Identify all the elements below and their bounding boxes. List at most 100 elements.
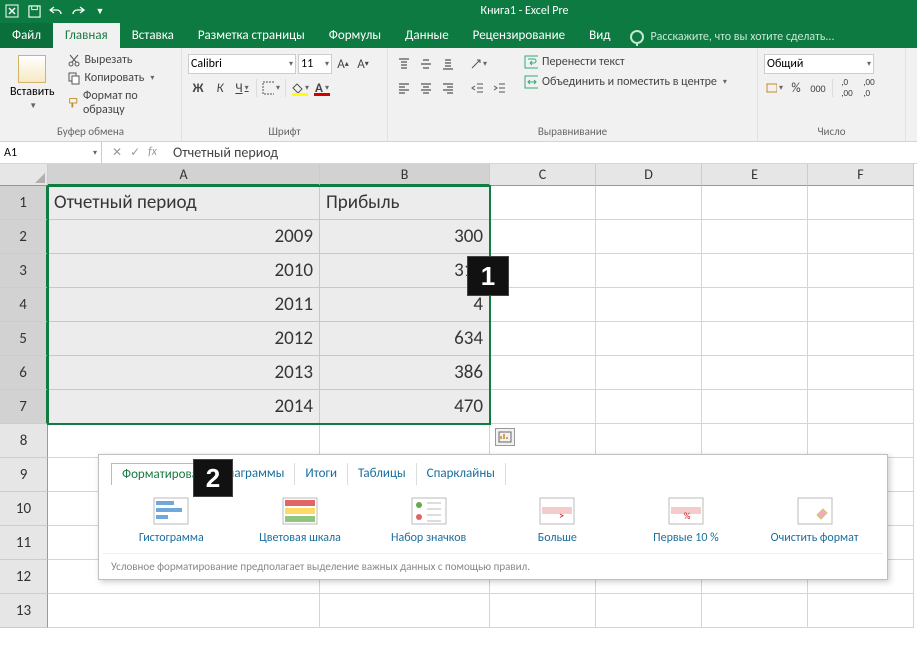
decrease-decimal-icon[interactable]: ,00,0 <box>859 78 879 98</box>
cell[interactable] <box>702 594 808 628</box>
cell[interactable] <box>320 424 490 458</box>
row-header[interactable]: 10 <box>0 492 48 526</box>
font-name-combo[interactable]: Calibri▾ <box>188 54 296 74</box>
cell[interactable] <box>702 254 808 288</box>
column-header[interactable]: A <box>48 164 320 186</box>
increase-indent-icon[interactable] <box>490 78 510 98</box>
cancel-icon[interactable]: ✕ <box>112 145 122 160</box>
excel-icon[interactable] <box>2 1 22 21</box>
cell[interactable] <box>48 424 320 458</box>
cell[interactable]: 315 <box>320 254 490 288</box>
formula-input[interactable]: Отчетный период <box>167 144 917 161</box>
fill-color-button[interactable]: ▾ <box>290 78 310 98</box>
save-icon[interactable] <box>24 1 44 21</box>
cell[interactable] <box>596 424 702 458</box>
qa-tab-sparklines[interactable]: Спарклайны <box>417 463 506 485</box>
tab-review[interactable]: Рецензирование <box>461 23 577 48</box>
borders-button[interactable]: ▾ <box>261 78 281 98</box>
row-header[interactable]: 11 <box>0 526 48 560</box>
cell[interactable]: 386 <box>320 356 490 390</box>
fx-icon[interactable]: fx <box>148 145 157 160</box>
cell[interactable]: 300 <box>320 220 490 254</box>
cell[interactable] <box>490 356 596 390</box>
row-header[interactable]: 3 <box>0 254 48 288</box>
paste-button[interactable]: Вставить ▼ <box>6 50 59 116</box>
cell[interactable] <box>808 288 914 322</box>
cell[interactable] <box>596 356 702 390</box>
cell[interactable] <box>596 186 702 220</box>
cut-button[interactable]: Вырезать <box>63 52 175 68</box>
qa-item-greater[interactable]: >Больше <box>497 497 617 545</box>
align-top-icon[interactable] <box>394 54 414 74</box>
row-header[interactable]: 13 <box>0 594 48 628</box>
cell[interactable] <box>702 424 808 458</box>
redo-icon[interactable] <box>68 1 88 21</box>
cell[interactable] <box>490 594 596 628</box>
cell[interactable] <box>702 390 808 424</box>
italic-button[interactable]: К <box>210 78 230 98</box>
row-header[interactable]: 4 <box>0 288 48 322</box>
cell[interactable] <box>596 288 702 322</box>
align-bottom-icon[interactable] <box>438 54 458 74</box>
tell-me[interactable]: Расскажите, что вы хотите сделать... <box>630 30 834 48</box>
cell[interactable]: 470 <box>320 390 490 424</box>
row-header[interactable]: 2 <box>0 220 48 254</box>
tab-formulas[interactable]: Формулы <box>317 23 393 48</box>
tab-data[interactable]: Данные <box>393 23 461 48</box>
cell[interactable]: 2009 <box>48 220 320 254</box>
cell[interactable]: 2010 <box>48 254 320 288</box>
cell[interactable]: 2013 <box>48 356 320 390</box>
font-color-button[interactable]: A▾ <box>312 78 332 98</box>
qa-item-top10[interactable]: %Первые 10 % <box>626 497 746 545</box>
undo-icon[interactable] <box>46 1 66 21</box>
cell[interactable]: 2014 <box>48 390 320 424</box>
cell[interactable]: Прибыль <box>320 186 490 220</box>
cell[interactable] <box>808 594 914 628</box>
cell[interactable] <box>702 322 808 356</box>
percent-format-icon[interactable]: % <box>786 78 806 98</box>
cell[interactable] <box>702 186 808 220</box>
merge-center-button[interactable]: Объединить и поместить в центре▾ <box>520 74 731 90</box>
align-center-icon[interactable] <box>416 78 436 98</box>
cell[interactable] <box>490 186 596 220</box>
cell[interactable] <box>48 594 320 628</box>
align-right-icon[interactable] <box>438 78 458 98</box>
decrease-font-icon[interactable]: A▾ <box>354 54 372 74</box>
row-header[interactable]: 9 <box>0 458 48 492</box>
tab-view[interactable]: Вид <box>577 23 622 48</box>
column-header[interactable]: E <box>702 164 808 186</box>
format-painter-button[interactable]: Формат по образцу <box>63 88 175 118</box>
cell[interactable] <box>596 322 702 356</box>
cell[interactable] <box>320 594 490 628</box>
cell[interactable] <box>808 356 914 390</box>
row-header[interactable]: 12 <box>0 560 48 594</box>
cell[interactable] <box>596 254 702 288</box>
cell[interactable] <box>702 220 808 254</box>
name-box[interactable]: A1▾ <box>0 142 102 163</box>
qa-item-colorscale[interactable]: Цветовая шкала <box>240 497 360 545</box>
cell[interactable] <box>596 594 702 628</box>
cell[interactable] <box>808 424 914 458</box>
cell[interactable] <box>808 322 914 356</box>
cell[interactable] <box>808 220 914 254</box>
column-header[interactable]: F <box>808 164 914 186</box>
row-header[interactable]: 1 <box>0 186 48 220</box>
cell[interactable] <box>490 390 596 424</box>
cell[interactable] <box>808 254 914 288</box>
underline-button[interactable]: Ч▾ <box>232 78 252 98</box>
tab-home[interactable]: Главная <box>53 23 120 48</box>
cell[interactable]: Отчетный период <box>48 186 320 220</box>
column-header[interactable]: D <box>596 164 702 186</box>
cell[interactable] <box>808 390 914 424</box>
cell[interactable]: 4 <box>320 288 490 322</box>
column-header[interactable]: B <box>320 164 490 186</box>
increase-decimal-icon[interactable]: ,0,00 <box>837 78 857 98</box>
cell[interactable] <box>490 220 596 254</box>
cell[interactable]: 2011 <box>48 288 320 322</box>
qat-customize-icon[interactable]: ▼ <box>90 1 110 21</box>
row-header[interactable]: 8 <box>0 424 48 458</box>
qa-item-iconset[interactable]: Набор значков <box>369 497 489 545</box>
comma-format-icon[interactable]: 000 <box>808 78 828 98</box>
align-middle-icon[interactable] <box>416 54 436 74</box>
cell[interactable] <box>702 288 808 322</box>
